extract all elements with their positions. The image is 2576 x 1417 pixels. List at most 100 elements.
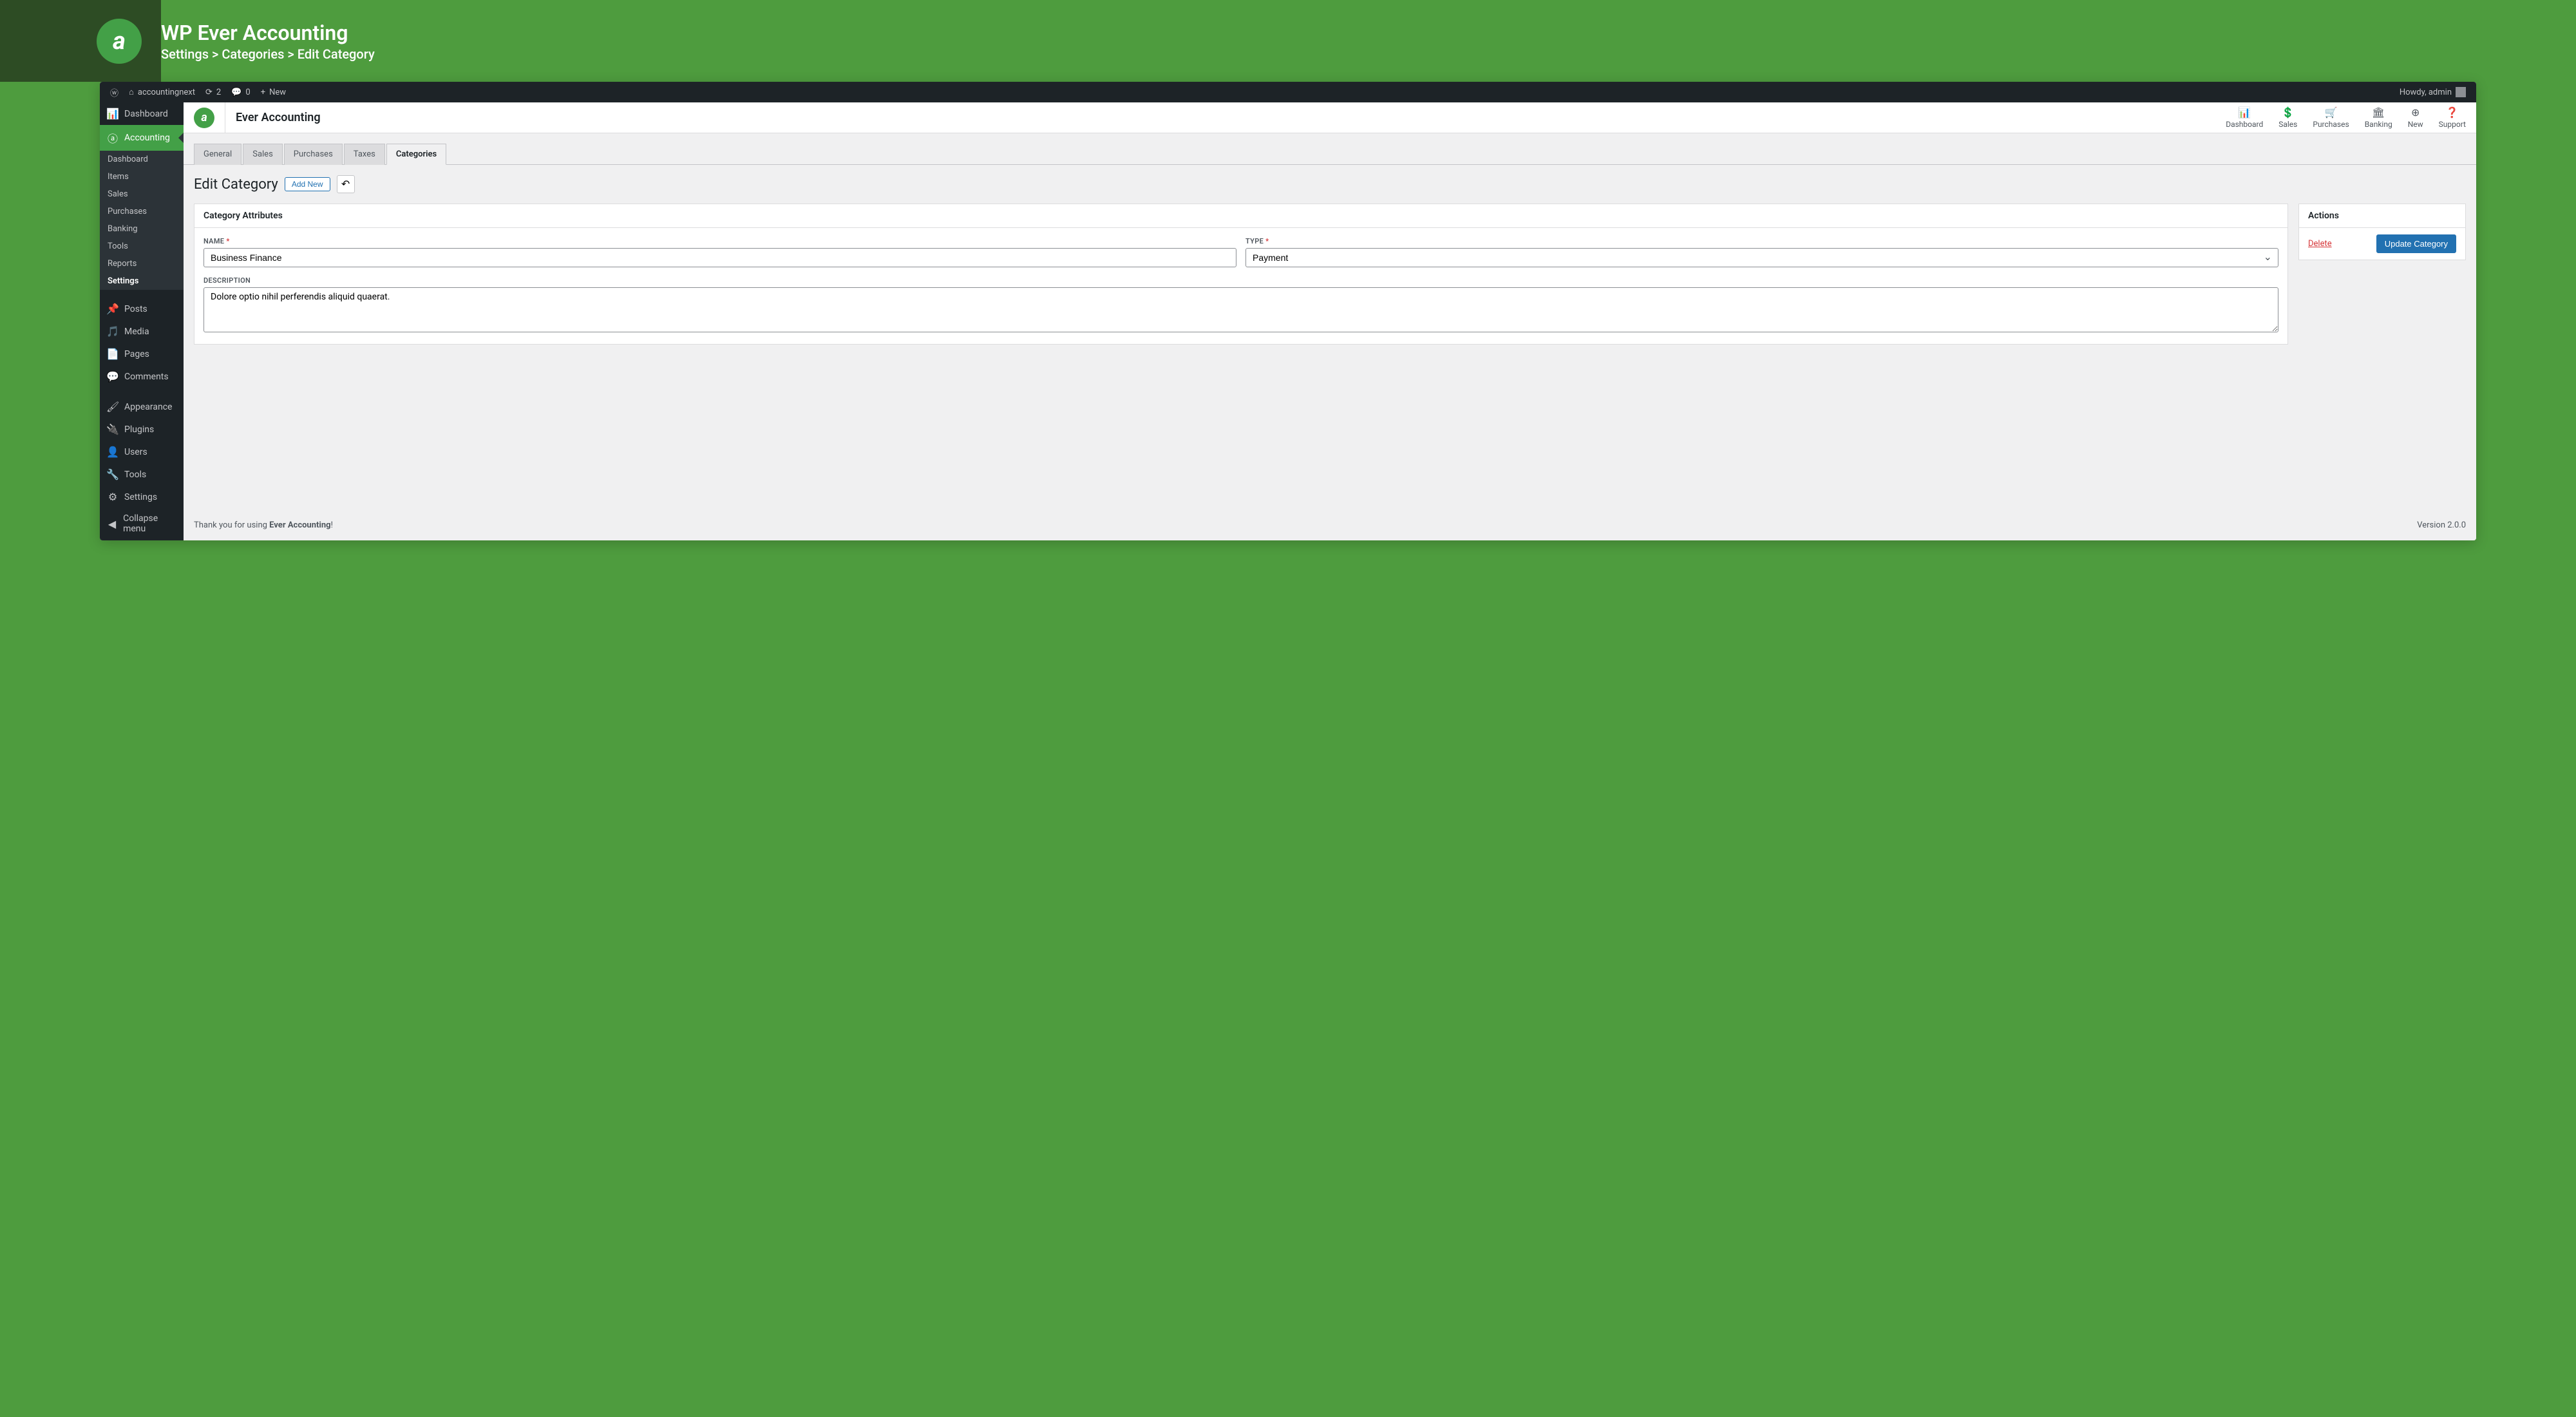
menu-users-label: Users: [124, 447, 147, 457]
submenu-items[interactable]: Items: [100, 168, 184, 185]
brush-icon: 🖌: [106, 401, 119, 413]
wordpress-icon: ⓦ: [110, 86, 118, 99]
menu-users[interactable]: 👤 Users: [100, 441, 184, 463]
comments-menu[interactable]: 💬0: [226, 82, 256, 102]
tab-purchases[interactable]: Purchases: [284, 144, 343, 165]
actions-title: Actions: [2299, 204, 2465, 228]
type-label: TYPE *: [1245, 237, 2278, 245]
ea-title: Ever Accounting: [225, 102, 321, 133]
ea-nav-support-label: Support: [2439, 120, 2466, 129]
media-icon: 🎵: [106, 325, 119, 338]
submenu-reports[interactable]: Reports: [100, 255, 184, 272]
settings-tabs: General Sales Purchases Taxes Categories: [184, 133, 2476, 165]
actions-panel: Actions Delete Update Category: [2298, 204, 2466, 260]
updates-menu[interactable]: ⟳2: [200, 82, 226, 102]
wp-admin-bar: ⓦ ⌂ accountingnext ⟳2 💬0 + New Howdy, admi…: [100, 82, 2476, 102]
submenu-banking[interactable]: Banking: [100, 220, 184, 238]
ea-nav-dashboard[interactable]: 📊Dashboard: [2226, 106, 2263, 129]
home-icon: ⌂: [129, 87, 134, 97]
sliders-icon: ⚙: [106, 491, 119, 503]
menu-posts[interactable]: 📌 Posts: [100, 298, 184, 320]
submenu-purchases[interactable]: Purchases: [100, 203, 184, 220]
accounting-icon: ⓐ: [106, 130, 119, 146]
tab-taxes[interactable]: Taxes: [344, 144, 385, 165]
site-name-menu[interactable]: ⌂ accountingnext: [124, 82, 200, 102]
ea-nav-new-label: New: [2408, 120, 2423, 129]
menu-dashboard[interactable]: 📊Dashboard: [100, 102, 184, 125]
menu-appearance-label: Appearance: [124, 402, 172, 412]
app-logo: a: [97, 19, 142, 64]
comment-icon: 💬: [231, 88, 242, 97]
tab-general[interactable]: General: [194, 144, 242, 165]
new-content-menu[interactable]: + New: [256, 82, 291, 102]
plus-icon: +: [261, 88, 265, 97]
delete-link[interactable]: Delete: [2308, 239, 2332, 249]
update-category-button[interactable]: Update Category: [2376, 234, 2456, 253]
plug-icon: 🔌: [106, 423, 119, 435]
type-select[interactable]: Payment: [1245, 248, 2278, 267]
pin-icon: 📌: [106, 303, 119, 315]
ea-nav-new[interactable]: ⊕New: [2408, 106, 2423, 129]
ea-nav-purchases-label: Purchases: [2313, 120, 2349, 129]
ea-nav-banking-label: Banking: [2365, 120, 2392, 129]
name-label: NAME *: [204, 237, 1236, 245]
wrench-icon: 🔧: [106, 468, 119, 480]
submenu-dashboard[interactable]: Dashboard: [100, 151, 184, 168]
menu-settings[interactable]: ⚙Settings: [100, 486, 184, 508]
menu-tools[interactable]: 🔧 Tools: [100, 463, 184, 486]
submenu-sales[interactable]: Sales: [100, 185, 184, 203]
collapse-menu[interactable]: ◀ Collapse menu: [100, 508, 184, 539]
pages-icon: 📄: [106, 348, 119, 360]
updates-count: 2: [216, 88, 221, 97]
menu-pages[interactable]: 📄Pages: [100, 343, 184, 365]
menu-plugins[interactable]: 🔌 Plugins: [100, 418, 184, 441]
bank-icon: 🏛: [2372, 106, 2385, 119]
tab-categories[interactable]: Categories: [386, 144, 446, 165]
dollar-icon: 💲: [2282, 106, 2295, 119]
name-input[interactable]: [204, 248, 1236, 267]
tab-sales[interactable]: Sales: [243, 144, 283, 165]
menu-accounting[interactable]: ⓐ Accounting: [100, 125, 184, 151]
page-title: Edit Category: [194, 176, 278, 193]
ea-nav-support[interactable]: ❓Support: [2439, 106, 2466, 129]
submenu-settings[interactable]: Settings: [100, 272, 184, 290]
breadcrumb: Settings > Categories > Edit Category: [161, 46, 375, 62]
ea-nav-sales[interactable]: 💲Sales: [2278, 106, 2297, 129]
cart-icon: 🛒: [2325, 106, 2338, 119]
app-title: WP Ever Accounting: [161, 21, 375, 45]
back-button[interactable]: ↶: [337, 175, 355, 193]
site-name-label: accountingnext: [138, 88, 195, 97]
ea-nav-banking[interactable]: 🏛Banking: [2365, 106, 2392, 129]
panel-title: Category Attributes: [194, 204, 2287, 228]
ea-logo: a: [194, 108, 214, 128]
wp-logo-menu[interactable]: ⓦ: [105, 82, 124, 102]
footer: Thank you for using Ever Accounting! Ver…: [184, 510, 2476, 540]
description-label: DESCRIPTION: [204, 276, 2278, 285]
menu-comments-label: Comments: [124, 372, 169, 382]
menu-appearance[interactable]: 🖌 Appearance: [100, 395, 184, 418]
my-account-menu[interactable]: Howdy, admin: [2394, 82, 2471, 102]
footer-version: Version 2.0.0: [2417, 520, 2466, 530]
collapse-icon: ◀: [106, 518, 118, 530]
collapse-label: Collapse menu: [123, 513, 177, 534]
menu-accounting-label: Accounting: [124, 133, 170, 143]
user-icon: 👤: [106, 446, 119, 458]
category-attributes-panel: Category Attributes NAME * TYPE *: [194, 204, 2288, 345]
menu-dashboard-label: Dashboard: [124, 109, 168, 119]
description-textarea[interactable]: Dolore optio nihil perferendis aliquid q…: [204, 287, 2278, 332]
ea-header: a Ever Accounting 📊Dashboard 💲Sales 🛒Pur…: [184, 102, 2476, 133]
menu-media-label: Media: [124, 327, 149, 337]
submenu-tools[interactable]: Tools: [100, 238, 184, 255]
add-new-button[interactable]: Add New: [285, 177, 330, 191]
ea-nav-purchases[interactable]: 🛒Purchases: [2313, 106, 2349, 129]
menu-comments[interactable]: 💬Comments: [100, 365, 184, 388]
menu-media[interactable]: 🎵 Media: [100, 320, 184, 343]
refresh-icon: ⟳: [205, 88, 213, 97]
wp-admin-sidebar: 📊Dashboard ⓐ Accounting Dashboard Items S…: [100, 102, 184, 540]
new-label: New: [269, 88, 286, 97]
menu-posts-label: Posts: [124, 304, 147, 314]
menu-tools-label: Tools: [124, 470, 146, 480]
comments-count: 0: [245, 88, 250, 97]
menu-plugins-label: Plugins: [124, 424, 154, 435]
undo-icon: ↶: [341, 178, 350, 191]
